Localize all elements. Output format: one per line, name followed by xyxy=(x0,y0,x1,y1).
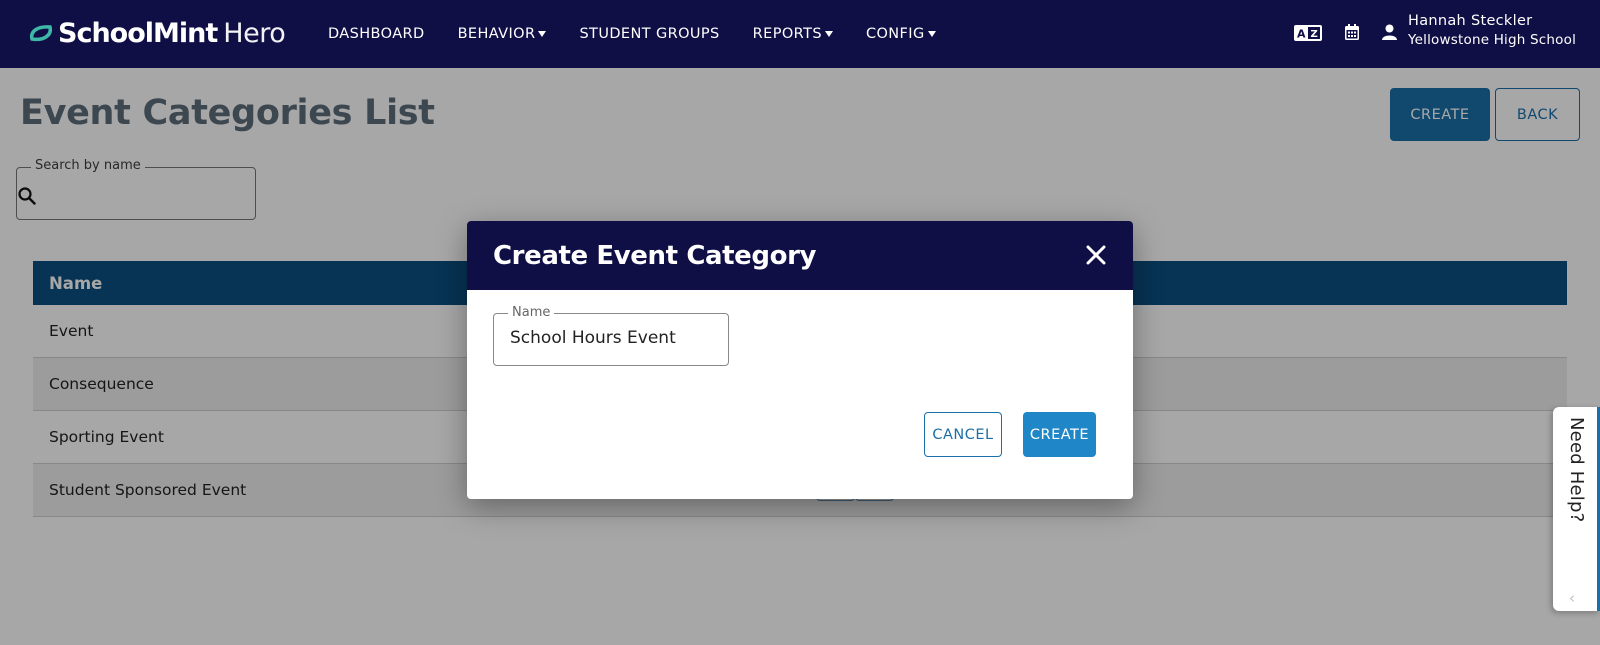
schoolmint-logo[interactable]: SchoolMint Hero xyxy=(28,14,286,52)
nav-dashboard[interactable]: DASHBOARD xyxy=(328,26,425,42)
svg-text:Z: Z xyxy=(1311,29,1318,40)
nav-behavior[interactable]: BEHAVIOR xyxy=(458,26,547,42)
dialog-header: Create Event Category xyxy=(467,221,1133,290)
create-event-category-dialog: Create Event Category Name CANCEL CREATE xyxy=(467,221,1133,499)
caret-down-icon xyxy=(927,31,936,37)
name-field[interactable]: Name xyxy=(493,305,729,366)
need-help-tab[interactable]: Need Help? ‹ xyxy=(1553,407,1600,611)
name-input[interactable] xyxy=(510,328,720,348)
name-field-label: Name xyxy=(508,305,555,320)
nav-student-groups-label: STUDENT GROUPS xyxy=(579,26,720,42)
caret-down-icon xyxy=(824,31,833,37)
nav-dashboard-label: DASHBOARD xyxy=(328,26,425,42)
logo-text-light: Hero xyxy=(223,17,286,49)
nav-config-label: CONFIG xyxy=(865,26,925,42)
calendar-icon[interactable] xyxy=(1345,24,1359,40)
top-navbar: SchoolMint Hero DASHBOARD BEHAVIOR STUDE… xyxy=(0,0,1600,68)
logo-mark-icon xyxy=(29,25,53,42)
caret-down-icon xyxy=(538,31,547,37)
dialog-title: Create Event Category xyxy=(493,240,817,271)
need-help-label: Need Help? xyxy=(1566,417,1587,523)
logo-text-bold: SchoolMint xyxy=(58,17,218,49)
nav-student-groups[interactable]: STUDENT GROUPS xyxy=(579,26,719,42)
user-icon[interactable] xyxy=(1382,24,1397,40)
nav-reports[interactable]: REPORTS xyxy=(753,26,833,42)
nav-behavior-label: BEHAVIOR xyxy=(457,26,536,42)
nav-reports-label: REPORTS xyxy=(752,26,822,42)
svg-text:A: A xyxy=(1297,28,1306,41)
cancel-button[interactable]: CANCEL xyxy=(924,412,1002,457)
user-school: Yellowstone High School xyxy=(1408,32,1577,48)
translate-icon[interactable]: A Z xyxy=(1294,25,1322,41)
main-nav: DASHBOARD BEHAVIOR STUDENT GROUPS REPORT… xyxy=(328,0,969,68)
dialog-create-button[interactable]: CREATE xyxy=(1023,412,1096,457)
user-name: Hannah Steckler xyxy=(1408,13,1533,29)
user-info[interactable]: Hannah Steckler Yellowstone High School xyxy=(1408,13,1576,48)
nav-config[interactable]: CONFIG xyxy=(866,26,936,42)
chevron-left-icon: ‹ xyxy=(1569,589,1575,607)
close-icon[interactable] xyxy=(1085,244,1107,266)
